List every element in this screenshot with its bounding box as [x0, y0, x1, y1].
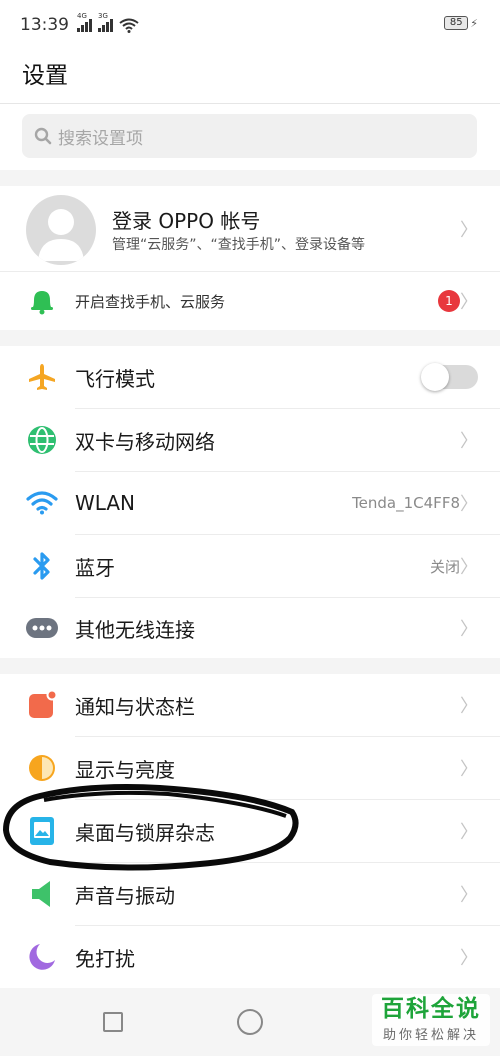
- chevron-right-icon: 〉: [460, 822, 478, 843]
- signal-icon-2: 3G: [98, 12, 113, 32]
- chevron-right-icon: 〉: [460, 759, 478, 780]
- find-phone-row[interactable]: 开启查找手机、云服务 1 〉: [0, 272, 500, 330]
- brightness-icon: [26, 752, 58, 784]
- search-placeholder: 搜索设置项: [58, 128, 143, 149]
- bluetooth-label: 蓝牙: [75, 555, 115, 580]
- account-subtitle: 管理“云服务”、“查找手机”、登录设备等: [112, 237, 366, 253]
- bell-icon: [26, 285, 58, 317]
- airplane-mode-toggle[interactable]: [421, 363, 478, 391]
- chevron-right-icon: 〉: [460, 948, 478, 969]
- notification-icon: [26, 689, 58, 721]
- other-wireless-row[interactable]: 其他无线连接 〉: [0, 598, 500, 658]
- airplane-icon: [26, 361, 58, 393]
- wlan-label: WLAN: [75, 491, 136, 515]
- chevron-right-icon: 〉: [460, 494, 478, 515]
- home-button[interactable]: [237, 1009, 263, 1035]
- bluetooth-status: 关闭: [429, 557, 460, 576]
- moon-icon: [26, 941, 58, 973]
- battery-level: 85: [444, 16, 469, 30]
- more-connections-icon: [26, 612, 58, 644]
- other-wireless-label: 其他无线连接: [75, 617, 195, 642]
- wlan-network-name: Tenda_1C4FF8: [352, 494, 460, 512]
- speaker-icon: [26, 878, 58, 910]
- signal-icon: 4G: [77, 12, 92, 32]
- status-time: 13:39: [20, 15, 69, 35]
- chevron-right-icon: 〉: [460, 557, 478, 578]
- status-bar: 13:39 4G 3G 85 ⚡: [0, 0, 500, 50]
- network-type-1: 4G: [77, 12, 87, 20]
- find-phone-label: 开启查找手机、云服务: [75, 292, 226, 311]
- recent-apps-button[interactable]: [103, 1012, 123, 1032]
- chevron-right-icon: 〉: [460, 619, 478, 640]
- wallpaper-icon: [26, 815, 58, 847]
- dual-sim-row[interactable]: 双卡与移动网络 〉: [0, 409, 500, 471]
- airplane-mode-row[interactable]: 飞行模式: [0, 346, 500, 408]
- wallpaper-row[interactable]: 桌面与锁屏杂志 〉: [0, 800, 500, 862]
- chevron-right-icon: 〉: [460, 292, 478, 313]
- do-not-disturb-label: 免打扰: [75, 946, 135, 971]
- avatar: [26, 195, 96, 265]
- airplane-mode-label: 飞行模式: [75, 366, 155, 391]
- network-type-2: 3G: [98, 12, 108, 20]
- watermark-subtitle: 助你轻松解决: [382, 1028, 479, 1043]
- globe-icon: [26, 424, 58, 456]
- section-gap: [0, 330, 500, 346]
- brightness-row[interactable]: 显示与亮度 〉: [0, 737, 500, 799]
- toggle-knob: [421, 363, 449, 391]
- title-divider: [0, 103, 500, 104]
- wallpaper-label: 桌面与锁屏杂志: [75, 820, 215, 845]
- chevron-right-icon: 〉: [460, 431, 478, 452]
- section-gap: [0, 658, 500, 674]
- chevron-right-icon: 〉: [460, 885, 478, 906]
- dual-sim-label: 双卡与移动网络: [75, 429, 215, 454]
- battery-indicator: 85 ⚡: [444, 16, 478, 30]
- do-not-disturb-row[interactable]: 免打扰 〉: [0, 926, 500, 988]
- page-title: 设置: [22, 63, 68, 89]
- chevron-right-icon: 〉: [460, 220, 478, 241]
- account-title: 登录 OPPO 帐号: [112, 209, 261, 233]
- notifications-row[interactable]: 通知与状态栏 〉: [0, 674, 500, 736]
- wifi-status-icon: [119, 18, 139, 33]
- wifi-icon: [26, 487, 58, 519]
- sound-label: 声音与振动: [75, 883, 175, 908]
- section-gap: [0, 170, 500, 186]
- search-input[interactable]: 搜索设置项: [22, 114, 477, 158]
- wlan-row[interactable]: WLAN Tenda_1C4FF8 〉: [0, 472, 500, 534]
- brightness-label: 显示与亮度: [75, 757, 175, 782]
- notification-badge: 1: [438, 290, 460, 312]
- watermark-logo: 百科全说 助你轻松解决: [372, 994, 490, 1046]
- bluetooth-row[interactable]: 蓝牙 关闭 〉: [0, 535, 500, 597]
- notifications-label: 通知与状态栏: [75, 694, 195, 719]
- charging-icon: ⚡: [470, 16, 478, 30]
- chevron-right-icon: 〉: [460, 696, 478, 717]
- sound-row[interactable]: 声音与振动 〉: [0, 863, 500, 925]
- watermark-title: 百科全说: [381, 996, 481, 1022]
- search-icon: [34, 127, 52, 145]
- bluetooth-icon: [26, 550, 58, 582]
